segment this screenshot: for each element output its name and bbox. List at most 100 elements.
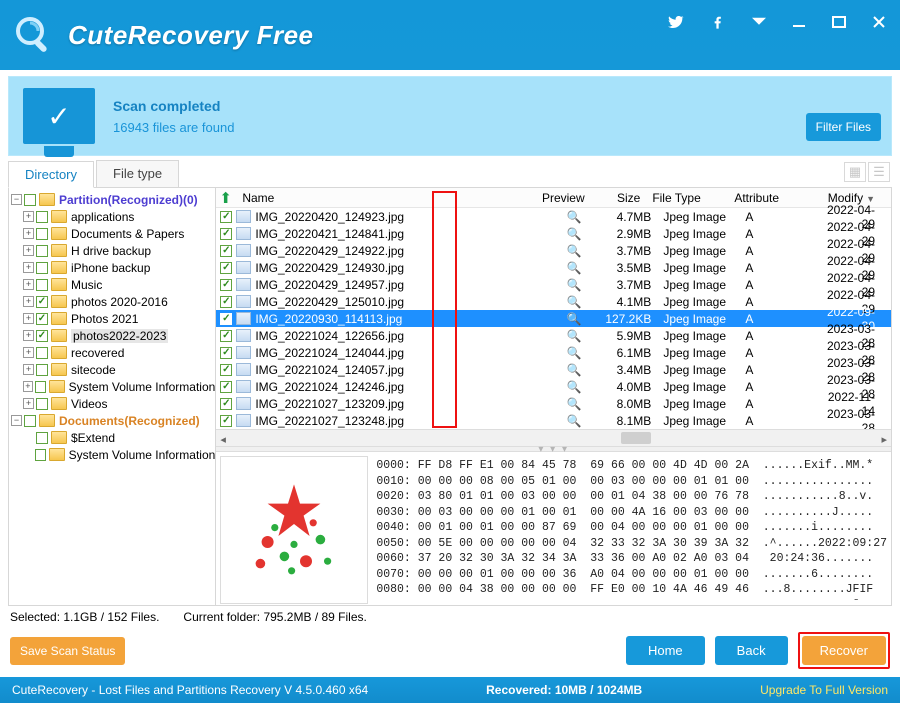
file-checkbox[interactable] <box>220 262 232 274</box>
tree-checkbox[interactable] <box>36 296 48 308</box>
preview-magnifier-icon[interactable]: 🔍 <box>543 227 605 241</box>
expand-toggle[interactable]: + <box>23 398 34 409</box>
file-row[interactable]: IMG_20221024_124044.jpg 🔍 6.1MB Jpeg Ima… <box>216 344 891 361</box>
expand-toggle[interactable]: − <box>11 415 22 426</box>
view-grid-icon[interactable]: ▦ <box>844 162 866 182</box>
preview-magnifier-icon[interactable]: 🔍 <box>543 261 605 275</box>
file-row[interactable]: IMG_20220429_124922.jpg 🔍 3.7MB Jpeg Ima… <box>216 242 891 259</box>
maximize-icon[interactable] <box>832 15 846 29</box>
tab-directory[interactable]: Directory <box>8 161 94 188</box>
preview-magnifier-icon[interactable]: 🔍 <box>543 312 605 326</box>
preview-magnifier-icon[interactable]: 🔍 <box>543 278 605 292</box>
tree-item[interactable]: applications <box>71 210 134 224</box>
save-scan-button[interactable]: Save Scan Status <box>10 637 125 665</box>
scroll-thumb[interactable] <box>621 432 651 444</box>
tree-checkbox[interactable] <box>36 313 48 325</box>
file-row[interactable]: IMG_20221024_122656.jpg 🔍 5.9MB Jpeg Ima… <box>216 327 891 344</box>
tree-item[interactable]: photos 2020-2016 <box>71 295 168 309</box>
expand-toggle[interactable]: + <box>23 211 34 222</box>
file-list[interactable]: IMG_20220420_124923.jpg 🔍 4.7MB Jpeg Ima… <box>216 208 891 429</box>
file-checkbox[interactable] <box>220 228 232 240</box>
preview-magnifier-icon[interactable]: 🔍 <box>543 397 605 411</box>
tree-item[interactable]: Videos <box>71 397 107 411</box>
tree-checkbox[interactable] <box>36 279 48 291</box>
expand-toggle[interactable]: + <box>23 347 34 358</box>
tree-root-documents[interactable]: Documents(Recognized) <box>59 414 200 428</box>
preview-magnifier-icon[interactable]: 🔍 <box>543 414 605 428</box>
menu-icon[interactable] <box>752 15 766 29</box>
tree-item[interactable]: System Volume Information <box>69 380 216 394</box>
file-row[interactable]: IMG_20221024_124246.jpg 🔍 4.0MB Jpeg Ima… <box>216 378 891 395</box>
tree-checkbox[interactable] <box>36 398 48 410</box>
expand-toggle[interactable]: + <box>23 279 34 290</box>
tree-checkbox[interactable] <box>36 211 48 223</box>
tree-item[interactable]: System Volume Information <box>69 448 216 462</box>
home-button[interactable]: Home <box>626 636 705 665</box>
back-button[interactable]: Back <box>715 636 788 665</box>
tree-item[interactable]: H drive backup <box>71 244 151 258</box>
file-row[interactable]: IMG_20220930_114113.jpg 🔍 127.2KB Jpeg I… <box>216 310 891 327</box>
tab-filetype[interactable]: File type <box>96 160 179 187</box>
tree-item[interactable]: Music <box>71 278 102 292</box>
expand-toggle[interactable]: + <box>23 330 34 341</box>
expand-toggle[interactable]: − <box>11 194 22 205</box>
close-icon[interactable] <box>872 15 886 29</box>
upgrade-link[interactable]: Upgrade To Full Version <box>760 683 888 697</box>
filter-files-button[interactable]: Filter Files <box>806 113 881 141</box>
col-preview[interactable]: Preview <box>542 191 585 205</box>
file-checkbox[interactable] <box>220 347 232 359</box>
preview-magnifier-icon[interactable]: 🔍 <box>543 295 605 309</box>
preview-magnifier-icon[interactable]: 🔍 <box>543 329 605 343</box>
file-row[interactable]: IMG_20220429_124957.jpg 🔍 3.7MB Jpeg Ima… <box>216 276 891 293</box>
directory-tree[interactable]: − Partition(Recognized)(0) + application… <box>9 188 216 605</box>
file-row[interactable]: IMG_20220420_124923.jpg 🔍 4.7MB Jpeg Ima… <box>216 208 891 225</box>
facebook-icon[interactable] <box>710 14 726 30</box>
file-row[interactable]: IMG_20220429_124930.jpg 🔍 3.5MB Jpeg Ima… <box>216 259 891 276</box>
preview-magnifier-icon[interactable]: 🔍 <box>543 363 605 377</box>
file-hscrollbar[interactable]: ◂ ▸ <box>216 429 891 446</box>
col-size[interactable]: Size <box>617 191 640 205</box>
file-row[interactable]: IMG_20220429_125010.jpg 🔍 4.1MB Jpeg Ima… <box>216 293 891 310</box>
tree-checkbox[interactable] <box>36 364 48 376</box>
expand-toggle[interactable]: + <box>23 245 34 256</box>
tree-item[interactable]: Photos 2021 <box>71 312 138 326</box>
expand-toggle[interactable]: + <box>23 364 34 375</box>
preview-magnifier-icon[interactable]: 🔍 <box>543 346 605 360</box>
twitter-icon[interactable] <box>668 14 684 30</box>
col-attribute[interactable]: Attribute <box>734 191 779 205</box>
file-checkbox[interactable] <box>220 313 232 325</box>
tree-checkbox[interactable] <box>35 449 46 461</box>
tree-item[interactable]: sitecode <box>71 363 116 377</box>
tree-checkbox[interactable] <box>36 347 48 359</box>
expand-toggle[interactable]: + <box>23 262 34 273</box>
preview-magnifier-icon[interactable]: 🔍 <box>543 380 605 394</box>
tree-checkbox[interactable] <box>36 330 48 342</box>
tree-item[interactable]: iPhone backup <box>71 261 150 275</box>
preview-magnifier-icon[interactable]: 🔍 <box>543 244 605 258</box>
file-checkbox[interactable] <box>220 245 232 257</box>
tree-checkbox[interactable] <box>36 262 48 274</box>
preview-magnifier-icon[interactable]: 🔍 <box>543 210 605 224</box>
tree-checkbox[interactable] <box>36 228 48 240</box>
expand-toggle[interactable]: + <box>23 228 34 239</box>
file-checkbox[interactable] <box>220 296 232 308</box>
file-checkbox[interactable] <box>220 364 232 376</box>
file-checkbox[interactable] <box>220 398 232 410</box>
file-row[interactable]: IMG_20221027_123248.jpg 🔍 8.1MB Jpeg Ima… <box>216 412 891 429</box>
tree-checkbox[interactable] <box>35 381 46 393</box>
expand-toggle[interactable]: + <box>23 313 34 324</box>
tree-item[interactable]: $Extend <box>71 431 115 445</box>
tree-checkbox[interactable] <box>24 415 36 427</box>
col-filetype[interactable]: File Type <box>652 191 700 205</box>
file-row[interactable]: IMG_20221024_124057.jpg 🔍 3.4MB Jpeg Ima… <box>216 361 891 378</box>
minimize-icon[interactable] <box>792 15 806 29</box>
file-checkbox[interactable] <box>220 330 232 342</box>
file-checkbox[interactable] <box>220 211 232 223</box>
file-checkbox[interactable] <box>220 279 232 291</box>
tree-item[interactable]: Documents & Papers <box>71 227 184 241</box>
expand-toggle[interactable]: + <box>23 296 34 307</box>
view-list-icon[interactable]: ☰ <box>868 162 890 182</box>
recover-button[interactable]: Recover <box>802 636 886 665</box>
file-row[interactable]: IMG_20220421_124841.jpg 🔍 2.9MB Jpeg Ima… <box>216 225 891 242</box>
up-arrow-icon[interactable]: ⬆ <box>219 189 232 207</box>
